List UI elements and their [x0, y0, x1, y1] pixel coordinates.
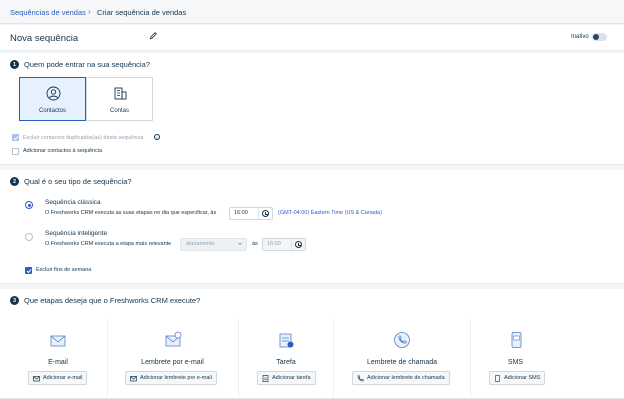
at-label: às	[252, 241, 258, 247]
contact-icon	[46, 86, 61, 101]
add-sms-button[interactable]: Adicionar SMS	[489, 371, 546, 385]
exclude-duplicates-checkbox[interactable]	[12, 134, 19, 141]
button-label: Adicionar SMS	[504, 375, 541, 381]
smart-sequence-title: Sequência inteligente	[45, 230, 108, 237]
toggle-knob	[593, 34, 599, 40]
status-label: Inativo	[571, 34, 589, 40]
divider	[291, 239, 292, 250]
clock-icon	[295, 241, 302, 248]
step-sms: SMS Adicionar SMS	[470, 319, 560, 399]
classic-sequence-description: O Freshworks CRM executa as suas etapas …	[45, 210, 217, 216]
radio-classic-sequence[interactable]	[25, 201, 33, 209]
step-name: Tarefa	[276, 359, 296, 366]
step-email: E-mail Adicionar e-mail	[18, 319, 98, 399]
envelope-icon	[50, 335, 66, 347]
button-label: Adicionar e-mail	[43, 375, 83, 381]
card-label: Contas	[109, 108, 129, 114]
breadcrumb-link-sales-sequences[interactable]: Sequências de vendas	[10, 8, 86, 17]
section-header: 3 Que etapas deseja que o Freshworks CRM…	[10, 296, 200, 305]
section-title: Que etapas deseja que o Freshworks CRM e…	[24, 296, 201, 305]
email-reminder-icon	[165, 331, 182, 347]
smart-sequence-description: O Freshworks CRM executa a etapa mais re…	[45, 241, 172, 247]
exclude-weekends-checkbox[interactable]	[25, 267, 32, 274]
envelope-icon	[130, 375, 137, 381]
button-label: Adicionar lembrete de chamada	[367, 375, 445, 381]
time-value: 16:00	[267, 241, 281, 247]
card-accounts[interactable]: Contas	[86, 77, 153, 121]
chevron-down-icon	[238, 243, 242, 245]
button-label: Adicionar tarefa	[272, 375, 311, 381]
add-email-button[interactable]: Adicionar e-mail	[28, 371, 88, 385]
info-icon[interactable]: i	[154, 134, 160, 140]
exclude-duplicates-label: Excluir contactos duplicados(as) desta s…	[23, 135, 144, 141]
section-who-can-enter: 1 Quem pode entrar na sua sequência? Con…	[0, 53, 624, 165]
envelope-icon	[33, 375, 40, 381]
smart-time-input[interactable]: 16:00	[262, 238, 306, 251]
step-name: SMS	[507, 359, 524, 366]
step-name: Lembrete por e-mail	[141, 359, 204, 366]
step-call-reminder: Lembrete de chamada Adicionar lembrete d…	[333, 319, 470, 399]
card-contacts[interactable]: Contactos	[19, 77, 86, 121]
section-title: Qual é o seu tipo de sequência?	[24, 177, 132, 186]
exclude-weekends-label: Excluir fins de semana	[36, 267, 92, 273]
sequence-header: Nova sequência Inativo	[0, 25, 624, 51]
add-task-button[interactable]: Adicionar tarefa	[257, 371, 316, 385]
section-steps: 3 Que etapas deseja que o Freshworks CRM…	[0, 289, 624, 399]
breadcrumb: Sequências de vendas › Criar sequência d…	[0, 0, 624, 24]
section-header: 1 Quem pode entrar na sua sequência?	[10, 60, 150, 69]
phone-icon	[394, 332, 410, 348]
step-number-badge: 3	[10, 296, 19, 305]
breadcrumb-current: Criar sequência de vendas	[97, 8, 187, 17]
section-header: 2 Qual é o seu tipo de sequência?	[10, 177, 132, 186]
add-contacts-checkbox[interactable]	[12, 148, 19, 155]
add-email-reminder-button[interactable]: Adicionar lembrete por e-mail	[125, 371, 217, 385]
step-name: Lembrete de chamada	[366, 359, 438, 366]
card-label: Contactos	[38, 108, 66, 114]
step-email-reminder: Lembrete por e-mail Adicionar lembrete p…	[107, 319, 237, 399]
task-icon	[279, 333, 294, 348]
frequency-value: diariamente	[186, 241, 215, 247]
phone-icon	[357, 375, 364, 381]
sequence-title: Nova sequência	[10, 33, 79, 44]
divider	[258, 208, 259, 219]
sms-icon	[495, 374, 500, 382]
check-icon	[26, 269, 32, 274]
section-sequence-type: 2 Qual é o seu tipo de sequência? Sequên…	[0, 170, 624, 284]
add-contacts-label: Adicionar contactos à sequência	[23, 148, 103, 154]
step-number-badge: 2	[10, 177, 19, 186]
classic-time-input[interactable]: 16:00	[229, 207, 273, 220]
clock-icon	[262, 210, 269, 217]
radio-smart-sequence[interactable]	[25, 233, 33, 241]
task-icon	[262, 374, 269, 382]
time-value: 16:00	[234, 210, 248, 216]
pencil-icon[interactable]	[149, 31, 158, 40]
building-icon	[114, 87, 127, 100]
sms-icon	[511, 332, 522, 348]
section-title: Quem pode entrar na sua sequência?	[24, 60, 150, 69]
add-call-reminder-button[interactable]: Adicionar lembrete de chamada	[352, 371, 450, 385]
frequency-select[interactable]: diariamente	[180, 238, 247, 251]
step-task: Tarefa Adicionar tarefa	[238, 319, 333, 399]
check-icon	[13, 136, 19, 141]
classic-sequence-title: Sequência clássica	[45, 199, 101, 206]
button-label: Adicionar lembrete por e-mail	[140, 375, 212, 381]
chevron-right-icon: ›	[88, 7, 91, 16]
timezone-link[interactable]: (GMT-04:00) Eastern Time (US & Canada)	[278, 210, 382, 216]
step-name: E-mail	[48, 359, 68, 366]
status-toggle[interactable]	[592, 33, 607, 41]
step-number-badge: 1	[10, 60, 19, 69]
